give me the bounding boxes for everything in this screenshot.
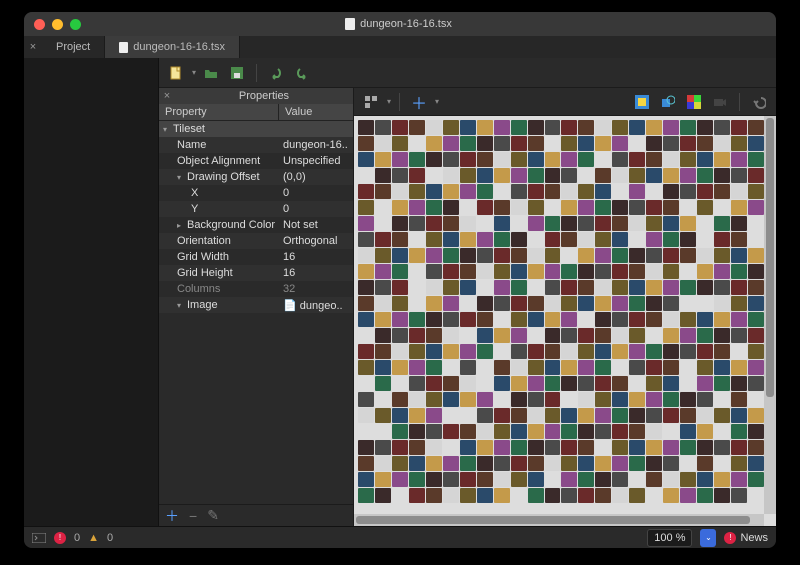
tile-tool-button[interactable] xyxy=(360,91,382,113)
property-row[interactable]: Grid Width16 xyxy=(159,249,353,265)
document-tabbar: × Project dungeon-16-16.tsx xyxy=(24,36,776,58)
project-panel xyxy=(24,58,159,526)
property-row[interactable]: ▾Tileset xyxy=(159,121,353,137)
property-row[interactable]: ▸Background ColorNot set xyxy=(159,217,353,233)
scrollbar-vertical[interactable] xyxy=(764,116,776,514)
tileset-toolbar: ▾ ＋ ▾ xyxy=(354,88,776,116)
zoom-dropdown[interactable]: ⌄ xyxy=(700,529,716,547)
tileset-area: ▾ ＋ ▾ xyxy=(354,88,776,526)
property-row[interactable]: Grid Height16 xyxy=(159,265,353,281)
error-count: 0 xyxy=(74,532,80,544)
tab-file[interactable]: dungeon-16-16.tsx xyxy=(105,36,240,58)
shape-button[interactable] xyxy=(657,91,679,113)
file-icon xyxy=(345,18,355,30)
properties-header: × Properties xyxy=(159,88,353,104)
col-value: Value xyxy=(279,104,318,120)
edit-property-button[interactable]: ✎ xyxy=(207,507,219,524)
window-title: dungeon-16-16.tsx xyxy=(88,18,709,30)
tab-label: Project xyxy=(56,41,90,53)
news-badge-icon: ! xyxy=(724,532,736,544)
properties-panel: × Properties Property Value ▾TilesetName… xyxy=(159,88,354,526)
panel-title: Properties xyxy=(175,90,353,102)
console-icon[interactable] xyxy=(32,533,46,543)
main-toolbar: ▾ xyxy=(159,58,776,88)
back-button[interactable] xyxy=(748,91,770,113)
camera-button[interactable] xyxy=(709,91,731,113)
warning-icon[interactable]: ▲ xyxy=(88,532,99,544)
dropdown-icon[interactable]: ▾ xyxy=(435,97,439,106)
property-row[interactable]: Object AlignmentUnspecified xyxy=(159,153,353,169)
property-row[interactable]: OrientationOrthogonal xyxy=(159,233,353,249)
close-tab-icon[interactable]: × xyxy=(24,36,42,58)
add-property-button[interactable]: ＋ xyxy=(165,506,179,526)
title-text: dungeon-16-16.tsx xyxy=(360,18,452,30)
window-close-button[interactable] xyxy=(34,19,45,30)
properties-columns: Property Value xyxy=(159,104,353,121)
scrollbar-horizontal[interactable] xyxy=(354,514,764,526)
property-row[interactable]: ▾Drawing Offset(0,0) xyxy=(159,169,353,185)
news-button[interactable]: ! News xyxy=(724,532,768,544)
warning-count: 0 xyxy=(107,532,113,544)
zoom-input[interactable]: 100 % xyxy=(647,529,692,547)
dropdown-icon[interactable]: ▾ xyxy=(192,68,196,77)
highlight-button[interactable] xyxy=(631,91,653,113)
property-row[interactable]: Namedungeon-16.. xyxy=(159,137,353,153)
tab-label: dungeon-16-16.tsx xyxy=(133,41,225,53)
redo-button[interactable] xyxy=(291,62,313,84)
window-minimize-button[interactable] xyxy=(52,19,63,30)
error-icon[interactable]: ! xyxy=(54,532,66,544)
dropdown-icon[interactable]: ▾ xyxy=(387,97,391,106)
remove-property-button[interactable]: − xyxy=(189,508,197,524)
titlebar: dungeon-16-16.tsx xyxy=(24,12,776,36)
save-button[interactable] xyxy=(226,62,248,84)
color-button[interactable] xyxy=(683,91,705,113)
statusbar: ! 0 ▲ 0 100 % ⌄ ! News xyxy=(24,526,776,548)
property-row[interactable]: X0 xyxy=(159,185,353,201)
col-property: Property xyxy=(159,104,279,120)
open-button[interactable] xyxy=(200,62,222,84)
property-row[interactable]: Columns32 xyxy=(159,281,353,297)
properties-list[interactable]: ▾TilesetNamedungeon-16..Object Alignment… xyxy=(159,121,353,313)
file-icon xyxy=(119,42,128,53)
properties-actions: ＋ − ✎ xyxy=(159,504,353,526)
add-tile-button[interactable]: ＋ xyxy=(408,91,430,113)
property-row[interactable]: Y0 xyxy=(159,201,353,217)
panel-close-icon[interactable]: × xyxy=(159,90,175,102)
tab-project[interactable]: Project xyxy=(42,36,105,58)
new-button[interactable] xyxy=(165,62,187,84)
news-label: News xyxy=(740,532,768,544)
undo-button[interactable] xyxy=(265,62,287,84)
window-maximize-button[interactable] xyxy=(70,19,81,30)
property-row[interactable]: ▾Image📄 dungeo.. xyxy=(159,297,353,313)
tileset-viewport[interactable] xyxy=(354,116,776,526)
app-window: dungeon-16-16.tsx × Project dungeon-16-1… xyxy=(24,12,776,548)
